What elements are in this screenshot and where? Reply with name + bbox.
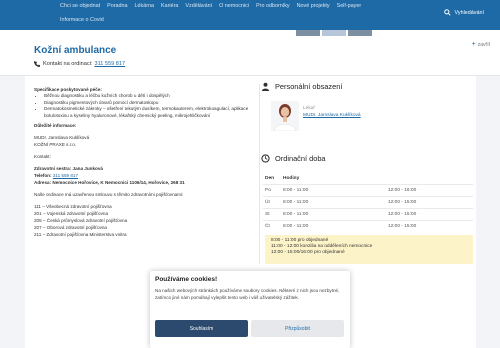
search-label: Vyhledávání [454,9,484,16]
cookie-customize-button[interactable]: Přizpůsobit [251,320,344,337]
nav-item-lekarna[interactable]: Lékárna [135,3,154,9]
top-navigation: Chci se objednat Poradna Lékárna Kariéra… [0,0,500,30]
nav-item-covid[interactable]: Informace o Covid [60,17,104,23]
staff-card[interactable]: Lékař MUDr. Jaroslava Kuklíková [271,101,361,131]
hours-notice: 8:00 - 11:00 pro objednané 11:00 - 12:00… [265,235,473,264]
person-name-link[interactable]: MUDr. Jaroslava Kuklíková [303,112,361,119]
hours-morning: 8:00 - 11:00 [281,207,386,220]
doctor-name: MUDr. Jaroslava Kuklíková [34,135,90,140]
nav-item-kariera[interactable]: Kariéra [161,3,178,9]
spec-list: Běžnou diagnostiku a léčbu kožních choro… [44,93,254,119]
side-column: Personální obsazení Lékař MUDr. Jaroslav… [261,82,473,264]
hours-table: Den Hodiny Po 8:00 - 11:00 12:00 - 16:00… [263,174,473,232]
nav-item-self-payer[interactable]: Self-payer [337,3,362,9]
insurer-item: 111 – Všeobecná zdravotní pojišťovna [34,204,112,209]
important-heading: Důležité informace: [34,123,77,128]
insurer-item: 205 – Česká průmyslová zdravotní pojišťo… [34,218,128,223]
nav-item-objednat[interactable]: Chci se objednat [60,3,100,9]
cookie-text: Na našich webových stránkách používáme s… [155,288,340,300]
hours-day: St [263,207,281,220]
insurer-item: 211 – Zdravotní pojišťovna Ministerstva … [34,232,127,237]
notice-line: 12:00 - 15:00/16:00 pro objednané [271,250,345,256]
nav-row-secondary: Informace o Covid [60,17,111,23]
contact-label: Kontakt na ordinaci: [43,61,93,67]
search-button[interactable]: Vyhledávání [443,9,484,16]
hours-morning: 8:00 - 11:00 [281,219,386,232]
phone-icon [34,61,40,67]
header-tabs [296,30,374,36]
table-row: St 8:00 - 11:00 12:00 - 15:00 [263,207,473,220]
info-column: Specifikace poskytované péče: Běžnou dia… [34,86,254,238]
hours-morning: 8:00 - 11:00 [281,195,386,208]
nav-item-vzdelavani[interactable]: Vzdělávání [185,3,212,9]
collapse-button[interactable]: + zavřít [472,41,490,48]
address-line: Adresa: Nemocnice Hořovice, K Nemocnici … [34,180,185,185]
nav-item-o-nemocnici[interactable]: O nemocnici [219,3,249,9]
person-role: Lékař [303,106,315,111]
search-icon [443,9,451,16]
page-title: Kožní ambulance [34,45,117,56]
hours-col-day: Den [265,176,275,182]
column-divider [259,84,260,264]
contact-phone-link[interactable]: 311 559 817 [94,61,125,67]
hours-section-heading: Ordinační doba [261,154,326,163]
hours-afternoon: 12:00 - 15:00 [386,207,473,220]
plus-icon: + [471,41,476,48]
table-row: Po 8:00 - 11:00 12:00 - 16:00 [263,183,473,196]
clock-icon [261,154,270,163]
spec-item: Dermatokosmetické zákroky – ošetření tek… [44,106,254,119]
person-icon [261,82,270,91]
hours-day: Po [263,183,281,196]
header-tab-2[interactable] [322,30,346,36]
header-tab-1[interactable] [296,30,320,36]
nav-row-main: Chci se objednat Poradna Lékárna Kariéra… [60,3,368,9]
hours-morning: 8:00 - 11:00 [281,183,386,196]
insurer-item: 207 – Oborová zdravotní pojišťovna [34,225,107,230]
table-row: Út 8:00 - 11:00 12:00 - 15:00 [263,195,473,208]
doctor-photo [271,101,299,131]
cookie-title: Používáme cookies! [155,276,218,283]
contact-line: Kontakt na ordinaci: 311 559 817 [34,61,125,67]
nav-item-nove-projekty[interactable]: Nové projekty [297,3,330,9]
hours-day: Čt [263,219,281,232]
hours-afternoon: 12:00 - 15:00 [386,195,473,208]
collapse-label: zavřít [477,41,490,48]
hours-day: Út [263,195,281,208]
nurse-line: Zdravotní sestra: Jana Junková [34,166,103,171]
hours-afternoon: 12:00 - 15:00 [386,219,473,232]
cookie-banner: Používáme cookies! Na našich webových st… [150,271,350,348]
insurer-list: 111 – Všeobecná zdravotní pojišťovna 201… [34,203,254,238]
company-name: KOŽNÍ PRAXE s.r.o. [34,142,77,147]
phone-link[interactable]: 311 559 817 [53,173,78,178]
hours-header-row: Den Hodiny [263,174,473,184]
contact-word: Kontakt: [34,154,51,159]
hours-afternoon: 12:00 - 16:00 [386,183,473,196]
staff-section-heading: Personální obsazení [261,82,473,91]
nav-item-pro-odborniky[interactable]: Pro odborníky [256,3,290,9]
table-row: Čt 8:00 - 11:00 12:00 - 15:00 [263,219,473,232]
hours-col-hours: Hodiny [283,176,300,182]
header-tab-3[interactable] [348,30,372,36]
insurer-item: 201 – Vojenská zdravotní pojišťovna [34,211,108,216]
cookie-agree-button[interactable]: Souhlasím [155,320,248,337]
insurance-intro: Naše ordinace má uzavřenou smlouvu s těm… [34,192,184,197]
nav-item-poradna[interactable]: Poradna [107,3,127,9]
spec-heading: Specifikace poskytované péče: [34,87,102,92]
phone-label: Telefon: [34,173,52,178]
